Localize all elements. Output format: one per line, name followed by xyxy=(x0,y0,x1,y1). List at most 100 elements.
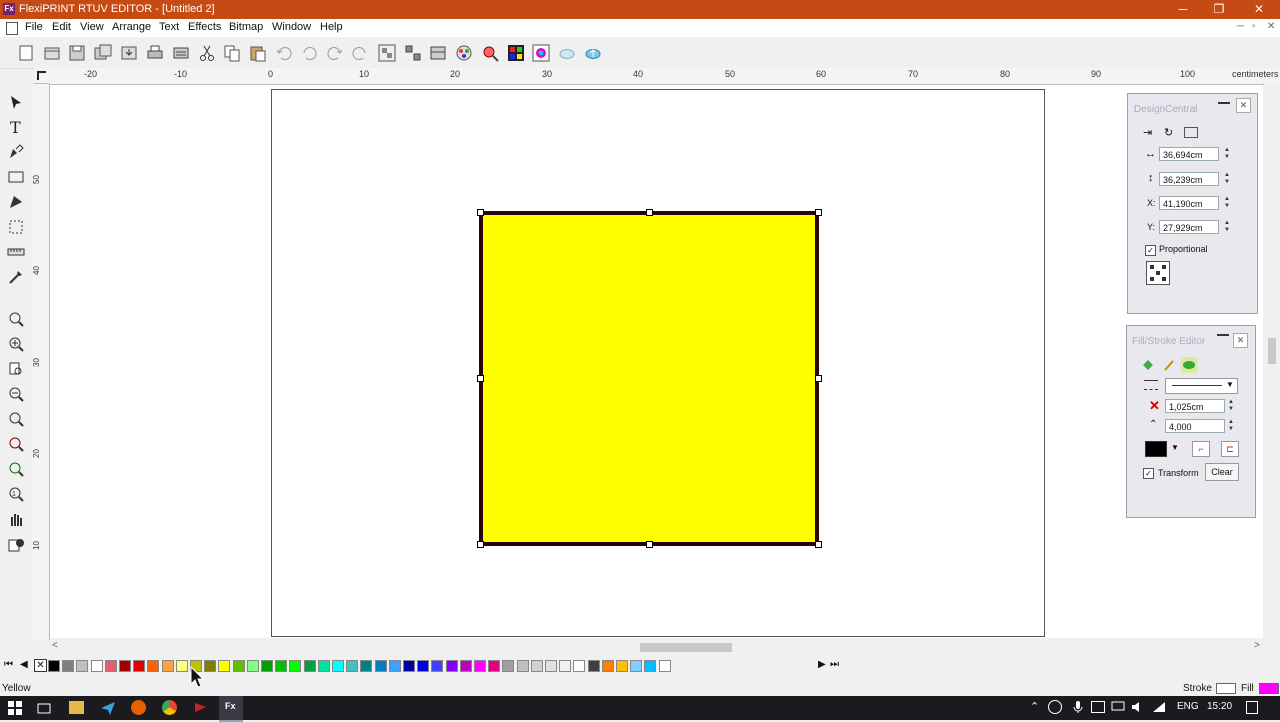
palette-swatch[interactable] xyxy=(261,660,273,672)
palette-swatch[interactable] xyxy=(516,660,529,672)
stroke-width-field[interactable]: 1,025cm xyxy=(1165,399,1225,413)
minimize-button[interactable]: ─ xyxy=(1164,0,1202,19)
selection-handle[interactable] xyxy=(477,209,484,216)
palette-swatch[interactable] xyxy=(346,660,359,672)
output-icon[interactable] xyxy=(171,43,191,63)
selection-handle[interactable] xyxy=(815,375,822,382)
palette-swatch[interactable] xyxy=(587,660,600,672)
stroke-swatch[interactable] xyxy=(1216,683,1236,694)
palette-next-icon[interactable]: ▶ xyxy=(818,659,826,670)
print-icon[interactable] xyxy=(145,43,165,63)
proportional-checkbox[interactable]: ✓ xyxy=(1145,245,1156,256)
miter-limit-spinner[interactable]: ▲ ▼ xyxy=(1225,419,1237,433)
horizontal-scroll-thumb[interactable] xyxy=(640,643,732,652)
panel-close-icon[interactable]: ✕ xyxy=(1236,98,1251,113)
combine-icon[interactable] xyxy=(428,43,448,63)
palette-swatch[interactable] xyxy=(530,660,543,672)
palette-swatch[interactable] xyxy=(431,660,444,672)
fill-swatch[interactable] xyxy=(1259,683,1279,694)
palette-swatch[interactable] xyxy=(360,660,373,672)
undo-icon[interactable] xyxy=(274,43,294,63)
palette-swatch[interactable] xyxy=(601,660,614,672)
group-icon[interactable] xyxy=(377,43,397,63)
transform-checkbox[interactable]: ✓ xyxy=(1143,468,1154,479)
measure-tool-icon[interactable] xyxy=(6,242,26,262)
zoom-out-icon[interactable] xyxy=(6,384,26,404)
menu-window[interactable]: Window xyxy=(272,21,311,33)
chrome-icon[interactable] xyxy=(162,700,177,715)
selection-handle[interactable] xyxy=(477,375,484,382)
line-style-dropdown[interactable]: ▼ xyxy=(1165,378,1238,394)
palette-swatch[interactable] xyxy=(90,660,103,672)
pen-tool-icon[interactable] xyxy=(6,142,26,162)
palette-swatch[interactable] xyxy=(644,660,657,672)
tray-network-icon[interactable] xyxy=(1091,701,1105,713)
y-spinner[interactable]: ▲ ▼ xyxy=(1221,220,1233,234)
fill-bucket-icon[interactable] xyxy=(1141,358,1155,372)
stroke-color-swatch[interactable] xyxy=(1145,441,1167,457)
palette-swatch[interactable] xyxy=(545,660,557,672)
color-wheel-icon[interactable] xyxy=(454,43,474,63)
tray-mic-icon[interactable] xyxy=(1071,700,1085,714)
skew-tab-icon[interactable] xyxy=(1184,127,1198,138)
palette-swatch[interactable] xyxy=(459,660,472,672)
undo-list-icon[interactable] xyxy=(299,43,319,63)
fill-tool-icon[interactable] xyxy=(6,535,26,555)
paste-icon[interactable] xyxy=(248,43,268,63)
palette-swatch[interactable] xyxy=(474,660,486,672)
palette-swatch[interactable] xyxy=(76,660,89,672)
width-field[interactable]: 36,694cm xyxy=(1159,147,1219,161)
zoom-region-icon[interactable] xyxy=(6,434,26,454)
cut-icon[interactable] xyxy=(197,43,217,63)
save-icon[interactable] xyxy=(67,43,87,63)
x-spinner[interactable]: ▲ ▼ xyxy=(1221,196,1233,210)
palette-swatch[interactable] xyxy=(374,660,387,672)
tray-monitor-icon[interactable] xyxy=(1111,701,1125,713)
reference-point-icon[interactable] xyxy=(1146,261,1170,285)
palette-swatch[interactable] xyxy=(289,660,302,672)
ungroup-icon[interactable] xyxy=(403,43,423,63)
mdi-restore-button[interactable]: ▫ xyxy=(1252,21,1256,32)
stroke-color-dropdown-icon[interactable]: ▼ xyxy=(1171,443,1179,452)
zoom-previous-icon[interactable] xyxy=(6,459,26,479)
rotate-tab-icon[interactable]: ↻ xyxy=(1164,126,1173,139)
palette-swatch[interactable] xyxy=(559,660,572,672)
selection-handle[interactable] xyxy=(815,541,822,548)
notification-icon[interactable] xyxy=(1246,701,1258,714)
palette-swatch[interactable] xyxy=(417,660,430,672)
palette-swatch[interactable] xyxy=(161,660,174,672)
eyedropper-tool-icon[interactable] xyxy=(6,267,26,287)
menu-help[interactable]: Help xyxy=(320,21,343,33)
task-view-icon[interactable] xyxy=(37,701,51,715)
palette-swatch[interactable] xyxy=(119,660,131,672)
zoom-selected-icon[interactable] xyxy=(6,409,26,429)
menu-effects[interactable]: Effects xyxy=(188,21,221,33)
vertical-scrollbar[interactable] xyxy=(1264,84,1280,640)
send-icon[interactable] xyxy=(100,700,116,716)
palette-swatch[interactable] xyxy=(218,660,231,672)
palette-swatch[interactable] xyxy=(204,660,217,672)
palette-swatch[interactable] xyxy=(104,660,117,672)
menu-edit[interactable]: Edit xyxy=(52,21,71,33)
palette-swatch[interactable] xyxy=(62,660,75,672)
palette-last-icon[interactable]: ⏭ xyxy=(830,659,839,670)
palette-prev-icon[interactable]: ◀ xyxy=(20,659,28,670)
panel-close-icon[interactable]: ✕ xyxy=(1233,333,1248,348)
copy-icon[interactable] xyxy=(222,43,242,63)
palette-swatch[interactable] xyxy=(488,660,501,672)
palette-swatch[interactable] xyxy=(232,660,245,672)
palette-swatch[interactable] xyxy=(445,660,458,672)
import-icon[interactable] xyxy=(119,43,139,63)
save-all-icon[interactable] xyxy=(93,43,113,63)
palette-swatch[interactable] xyxy=(573,660,586,672)
palette-swatch[interactable] xyxy=(388,660,401,672)
stroke-behind-fill-icon[interactable]: ⌐ xyxy=(1192,441,1210,457)
open-file-icon[interactable] xyxy=(42,43,62,63)
node-edit-tool-icon[interactable] xyxy=(6,192,26,212)
crop-tool-icon[interactable] xyxy=(6,217,26,237)
vertical-scroll-thumb[interactable] xyxy=(1268,338,1276,364)
close-button[interactable]: ✕ xyxy=(1240,0,1278,19)
windows-start-icon[interactable] xyxy=(8,701,22,715)
menu-text[interactable]: Text xyxy=(159,21,179,33)
zoom-actual-icon[interactable]: 1 xyxy=(6,484,26,504)
